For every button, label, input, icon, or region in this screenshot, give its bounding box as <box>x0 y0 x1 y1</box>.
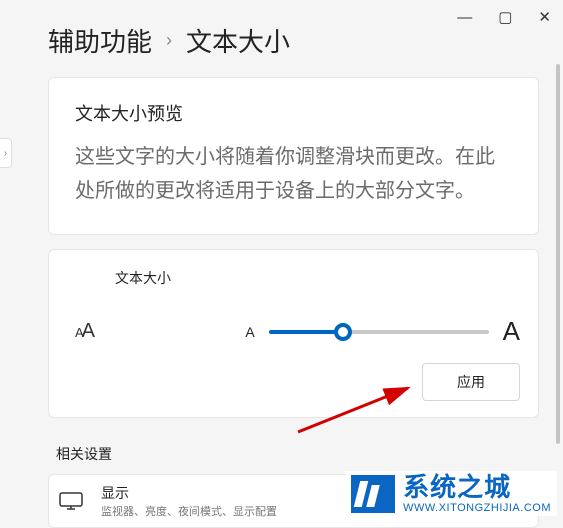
text-size-slider-card: 文本大小 AA A A 应用 <box>48 249 539 418</box>
breadcrumb-parent[interactable]: 辅助功能 <box>48 22 152 59</box>
display-item-subtitle: 监视器、亮度、夜间模式、显示配置 <box>101 503 277 519</box>
preview-title: 文本大小预览 <box>75 100 512 126</box>
text-size-icon: AA <box>75 320 95 343</box>
related-settings-heading: 相关设置 <box>56 444 539 464</box>
preview-body: 这些文字的大小将随着你调整滑块而更改。在此处所做的更改将适用于设备上的大部分文字… <box>75 140 512 208</box>
text-size-preview-card: 文本大小预览 这些文字的大小将随着你调整滑块而更改。在此处所做的更改将适用于设备… <box>48 77 539 235</box>
slider-max-letter: A <box>503 316 520 347</box>
close-button[interactable]: ✕ <box>538 8 551 26</box>
left-collapsed-panel[interactable]: › <box>0 138 12 168</box>
watermark-name: 系统之城 <box>403 473 551 502</box>
apply-button[interactable]: 应用 <box>422 363 520 401</box>
breadcrumb-current: 文本大小 <box>186 22 290 59</box>
slider-min-letter: A <box>245 324 254 340</box>
watermark-url: WWW.XITONGZHIJIA.COM <box>403 502 551 514</box>
display-item-title: 显示 <box>101 483 277 503</box>
watermark: 系统之城 WWW.XITONGZHIJIA.COM <box>345 471 557 516</box>
monitor-icon <box>59 492 83 510</box>
watermark-logo-icon <box>351 475 395 513</box>
slider-label: 文本大小 <box>115 268 520 288</box>
text-size-slider[interactable] <box>269 324 489 340</box>
slider-thumb[interactable] <box>334 323 352 341</box>
maximize-button[interactable]: ▢ <box>498 8 512 26</box>
scrollbar[interactable] <box>556 64 560 444</box>
chevron-right-icon: › <box>166 30 172 51</box>
minimize-button[interactable]: — <box>457 9 472 26</box>
